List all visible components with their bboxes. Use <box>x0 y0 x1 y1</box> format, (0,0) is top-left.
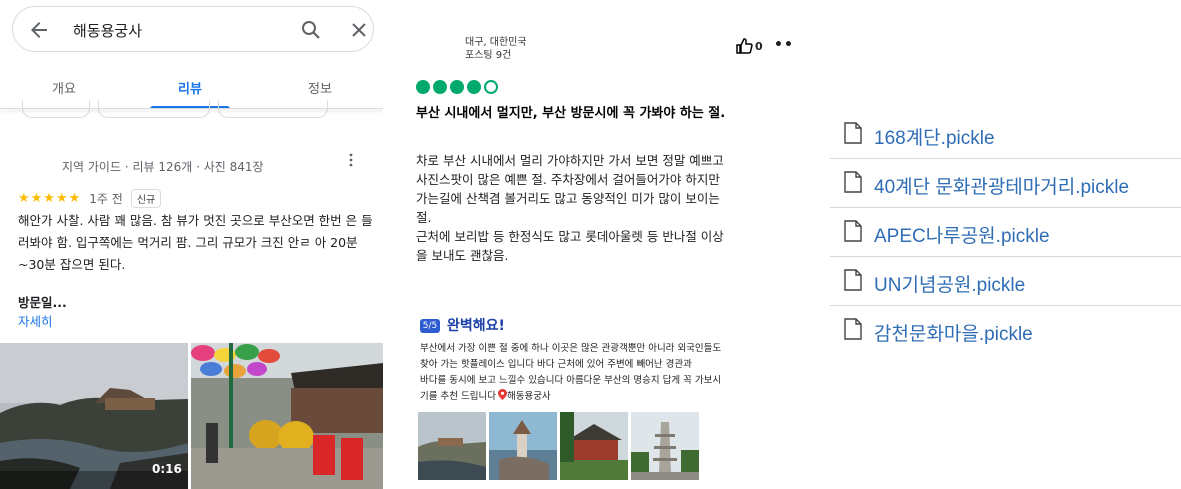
file-icon <box>844 122 862 144</box>
video-duration: 0:16 <box>152 462 182 476</box>
visit-date-label: 방문일... <box>18 295 67 310</box>
search-bar[interactable]: 해동용궁사 <box>12 6 374 52</box>
search-icon[interactable] <box>299 18 323 42</box>
tab-overview[interactable]: 개요 <box>52 78 76 97</box>
file-icon <box>844 318 862 340</box>
filter-chip[interactable] <box>218 100 328 118</box>
more-options-icon[interactable] <box>347 152 355 168</box>
tab-about[interactable]: 정보 <box>308 78 332 97</box>
file-list: 168계단.pickle 40계단 문화관광테마거리.pickle APEC나루… <box>830 110 1181 355</box>
like-count: 0 <box>755 40 763 53</box>
score-badge: 5/5 <box>420 319 440 333</box>
filter-chip[interactable] <box>22 100 90 118</box>
bubble-filled <box>467 80 481 94</box>
tripadvisor-review-panel: 대구, 대한민국 포스팅 9건 0 ••• 부산 시내에서 멀지만, 부산 방문… <box>383 0 793 489</box>
review-body-line: 근처에 보리밥 등 한정식도 많고 롯데아울렛 등 반나절 이상 <box>416 229 724 244</box>
file-icon <box>844 171 862 193</box>
review-rating-row: ★★★★★ 1주 전 신규 <box>18 188 162 208</box>
file-icon <box>844 220 862 242</box>
review-body: 차로 부산 시내에서 멀리 가야하지만 가서 보면 정말 예쁘고 사진스팟이 많… <box>416 151 786 265</box>
file-item[interactable]: UN기념공원.pickle <box>830 257 1181 306</box>
review-photo-thumbnail[interactable] <box>489 412 557 480</box>
score-review-line: 기를 추천 드립니다 해동용궁사 <box>420 389 792 405</box>
score-review-body: 부산에서 가장 이쁜 절 중에 하나 이곳은 많은 관광객뿐만 아니라 외국인들… <box>420 341 792 405</box>
tabs-divider <box>0 108 383 109</box>
file-name[interactable]: UN기념공원.pickle <box>874 270 1025 297</box>
file-item[interactable]: APEC나루공원.pickle <box>830 208 1181 257</box>
review-photo-thumbnail[interactable] <box>418 412 486 480</box>
bubble-filled <box>450 80 464 94</box>
tab-reviews[interactable]: 리뷰 <box>178 78 202 97</box>
file-item[interactable]: 40계단 문화관광테마거리.pickle <box>830 159 1181 208</box>
bubble-empty <box>484 80 498 94</box>
review-title[interactable]: 부산 시내에서 멀지만, 부산 방문시에 꼭 가봐야 하는 절. <box>416 102 725 121</box>
score-review-line: 찾아 가는 핫플레이스 입니다 바다 근처에 있어 주변에 빼어난 경관과 <box>420 359 692 370</box>
file-item[interactable]: 감천문화마을.pickle <box>830 306 1181 355</box>
maps-review-panel: 해동용궁사 개요 리뷰 정보 지역 가이드 · 리뷰 126개 · 사진 841… <box>0 0 383 489</box>
thumbs-up-icon[interactable] <box>735 38 753 54</box>
review-age: 1주 전 <box>89 191 123 206</box>
review-photo-thumbnail[interactable] <box>631 412 699 480</box>
review-photo[interactable] <box>191 343 383 489</box>
back-arrow-icon[interactable] <box>27 18 51 42</box>
score-review-line: 부산에서 가장 이쁜 절 중에 하나 이곳은 많은 관광객뿐만 아니라 외국인들… <box>420 343 722 354</box>
read-more-link[interactable]: 자세히 <box>18 311 53 330</box>
file-name[interactable]: 40계단 문화관광테마거리.pickle <box>874 172 1129 199</box>
new-badge: 신규 <box>130 188 162 208</box>
review-body-line: 을 보내도 괜찮음. <box>416 248 509 263</box>
file-item[interactable]: 168계단.pickle <box>830 110 1181 159</box>
search-query[interactable]: 해동용궁사 <box>73 20 142 41</box>
file-icon <box>844 269 862 291</box>
score-review-line-text: 기를 추천 드립니다 <box>420 391 496 402</box>
review-body-line: 절. <box>416 210 432 225</box>
file-name[interactable]: 168계단.pickle <box>874 123 995 150</box>
file-name[interactable]: 감천문화마을.pickle <box>874 319 1033 346</box>
star-rating: ★★★★★ <box>18 190 82 206</box>
close-icon[interactable] <box>347 18 371 42</box>
review-text: 해안가 사찰. 사람 꽤 많음. 참 뷰가 멋진 곳으로 부산오면 한번 은 들… <box>18 213 373 272</box>
filter-chip[interactable] <box>98 100 210 118</box>
score-title: 완벽해요! <box>447 318 505 334</box>
place-tag[interactable]: 해동용궁사 <box>507 391 551 402</box>
bubble-filled <box>433 80 447 94</box>
bubble-filled <box>416 80 430 94</box>
more-options-icon[interactable]: ••• <box>774 37 793 53</box>
score-review-line: 바다를 동시에 보고 느낄수 있습니다 아름다운 부산의 명승지 답게 꼭 가보… <box>420 375 722 386</box>
reviewer-meta[interactable]: 지역 가이드 · 리뷰 126개 · 사진 841장 <box>62 158 264 175</box>
location-pin-icon <box>497 389 507 400</box>
review-body-line: 차로 부산 시내에서 멀리 가야하지만 가서 보면 정말 예쁘고 <box>416 153 724 168</box>
review-body-line: 사진스팟이 많은 예쁜 절. 주차장에서 걸어들어가야 하지만 <box>416 172 720 187</box>
bubble-rating <box>416 80 498 96</box>
review-photo-thumbnail[interactable] <box>560 412 628 480</box>
reviewer-post-count: 포스팅 9건 <box>465 50 512 61</box>
review-body-line: 가는길에 산책겸 볼거리도 많고 동양적인 미가 많이 보이는 <box>416 191 720 206</box>
file-name[interactable]: APEC나루공원.pickle <box>874 221 1050 248</box>
